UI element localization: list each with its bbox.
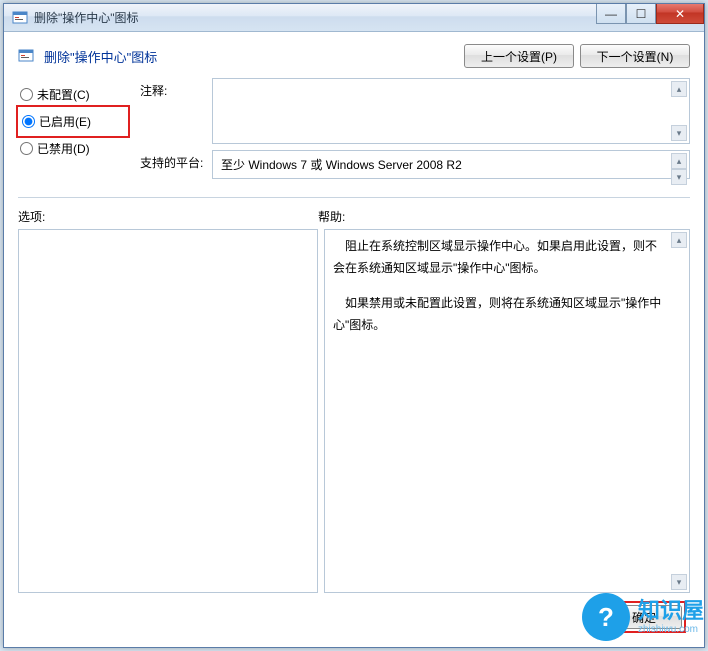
- radio-enabled-label[interactable]: 已启用(E): [39, 113, 91, 130]
- scroll-down-icon[interactable]: ▾: [671, 169, 687, 185]
- watermark: ? 知识屋 zhishiwu.com: [582, 593, 704, 641]
- titlebar: 删除"操作中心"图标 — ☐ ✕: [4, 4, 704, 32]
- help-pane: 阻止在系统控制区域显示操作中心。如果启用此设置，则不会在系统通知区域显示"操作中…: [324, 229, 690, 593]
- close-button[interactable]: ✕: [656, 4, 704, 24]
- comment-label: 注释:: [140, 78, 212, 144]
- scroll-up-icon[interactable]: ▴: [671, 232, 687, 248]
- radio-disabled-label[interactable]: 已禁用(D): [37, 140, 90, 157]
- comment-row: 注释: ▴▾: [140, 78, 690, 144]
- platform-value-box: 至少 Windows 7 或 Windows Server 2008 R2 ▴▾: [212, 150, 690, 179]
- radio-not-configured[interactable]: [20, 88, 33, 101]
- pane-labels: 选项: 帮助:: [18, 208, 690, 225]
- radio-not-configured-label[interactable]: 未配置(C): [37, 86, 90, 103]
- nav-buttons: 上一个设置(P) 下一个设置(N): [464, 44, 690, 68]
- scroll-down-icon[interactable]: ▾: [671, 125, 687, 141]
- options-pane: [18, 229, 318, 593]
- dialog-window: 删除"操作中心"图标 — ☐ ✕ 删除"操作中心"图标 上一个设置(P) 下一个…: [3, 3, 705, 648]
- platform-label: 支持的平台:: [140, 150, 212, 179]
- enabled-highlight: 已启用(E): [16, 105, 130, 138]
- info-column: 注释: ▴▾ 支持的平台: 至少 Windows 7 或 Windows Ser…: [140, 78, 690, 185]
- radio-enabled[interactable]: [22, 115, 35, 128]
- window-title: 删除"操作中心"图标: [34, 9, 139, 26]
- comment-scrollbar[interactable]: ▴▾: [671, 81, 687, 141]
- scroll-up-icon[interactable]: ▴: [671, 153, 687, 169]
- watermark-cn: 知识屋: [638, 598, 704, 624]
- help-label: 帮助:: [318, 208, 690, 225]
- platform-value: 至少 Windows 7 或 Windows Server 2008 R2: [221, 158, 462, 172]
- settings-section: 未配置(C) 已启用(E) 已禁用(D) 注释: ▴▾: [18, 78, 690, 185]
- client-area: 删除"操作中心"图标 上一个设置(P) 下一个设置(N) 未配置(C) 已启用(…: [4, 32, 704, 647]
- maximize-button[interactable]: ☐: [626, 4, 656, 24]
- help-paragraph-2: 如果禁用或未配置此设置，则将在系统通知区域显示"操作中心"图标。: [333, 293, 667, 336]
- header-row: 删除"操作中心"图标 上一个设置(P) 下一个设置(N): [18, 44, 690, 68]
- help-paragraph-1: 阻止在系统控制区域显示操作中心。如果启用此设置，则不会在系统通知区域显示"操作中…: [333, 236, 667, 279]
- state-radio-group: 未配置(C) 已启用(E) 已禁用(D): [18, 78, 128, 185]
- next-setting-button[interactable]: 下一个设置(N): [580, 44, 690, 68]
- panes: 阻止在系统控制区域显示操作中心。如果启用此设置，则不会在系统通知区域显示"操作中…: [18, 229, 690, 593]
- radio-not-configured-row: 未配置(C): [18, 82, 128, 107]
- platform-row: 支持的平台: 至少 Windows 7 或 Windows Server 200…: [140, 150, 690, 179]
- watermark-text: 知识屋 zhishiwu.com: [638, 598, 704, 636]
- policy-icon: [18, 48, 34, 64]
- app-icon: [12, 10, 28, 26]
- watermark-en: zhishiwu.com: [638, 624, 704, 636]
- divider: [18, 197, 690, 198]
- help-scrollbar[interactable]: ▴▾: [671, 232, 687, 590]
- prev-setting-button[interactable]: 上一个设置(P): [464, 44, 574, 68]
- radio-enabled-row: 已启用(E): [20, 109, 126, 134]
- radio-disabled[interactable]: [20, 142, 33, 155]
- window-controls: — ☐ ✕: [596, 4, 704, 24]
- scroll-down-icon[interactable]: ▾: [671, 574, 687, 590]
- page-title: 删除"操作中心"图标: [44, 47, 454, 66]
- watermark-icon: ?: [582, 593, 630, 641]
- radio-disabled-row: 已禁用(D): [18, 136, 128, 161]
- options-label: 选项:: [18, 208, 318, 225]
- scroll-up-icon[interactable]: ▴: [671, 81, 687, 97]
- comment-textbox[interactable]: ▴▾: [212, 78, 690, 144]
- platform-scrollbar[interactable]: ▴▾: [671, 153, 687, 176]
- minimize-button[interactable]: —: [596, 4, 626, 24]
